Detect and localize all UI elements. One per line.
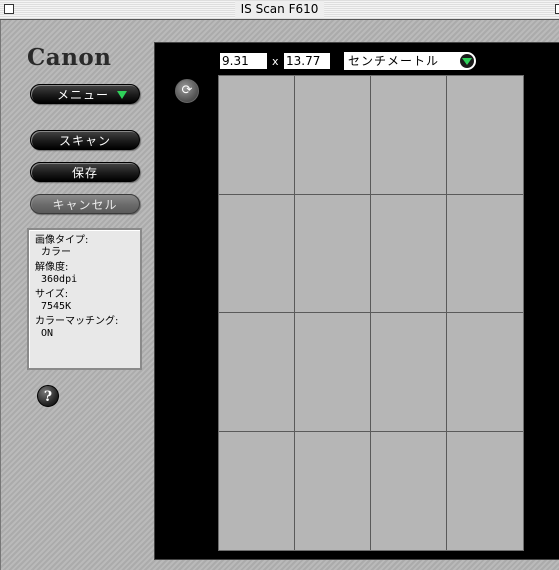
grid-cell <box>295 313 371 432</box>
image-type-value: カラー <box>41 247 71 258</box>
grid-cell <box>295 76 371 195</box>
scan-area[interactable] <box>218 75 524 551</box>
grid-cell <box>295 194 371 313</box>
color-matching-label: カラーマッチング: <box>35 316 119 327</box>
grid-cell <box>219 313 295 432</box>
grid-cell <box>219 194 295 313</box>
help-icon[interactable]: ? <box>37 385 59 407</box>
title-bar[interactable]: IS Scan F610 <box>0 0 559 20</box>
grid-cell <box>447 76 523 195</box>
grid-cell <box>371 76 447 195</box>
unit-dropdown-value: センチメートル <box>348 54 440 68</box>
canon-logo: Canon <box>27 44 112 71</box>
size-label: サイズ: <box>35 289 69 300</box>
scan-button[interactable]: スキャン <box>30 130 140 150</box>
grid-cell <box>219 76 295 195</box>
grid-cell <box>371 194 447 313</box>
menu-button-label: メニュー <box>57 88 110 102</box>
cancel-button[interactable]: キャンセル <box>30 194 140 214</box>
window-title: IS Scan F610 <box>234 1 325 18</box>
width-field[interactable]: 9.31 <box>219 52 268 70</box>
grid-cell <box>447 432 523 551</box>
image-type-label: 画像タイプ: <box>35 235 89 246</box>
save-button[interactable]: 保存 <box>30 162 140 182</box>
size-value: 7545K <box>41 301 72 312</box>
chevron-down-icon <box>460 54 474 68</box>
grid-cell <box>371 431 447 550</box>
grid-cell <box>447 195 523 313</box>
height-field[interactable]: 13.77 <box>283 52 331 70</box>
grid-cell <box>447 313 523 432</box>
grid-cell <box>295 431 371 550</box>
scanner-window: Canon メニュー スキャン 保存 キャンセル 画像タイプ: カラー 解像度:… <box>0 20 559 570</box>
color-matching-value: ON <box>41 328 54 339</box>
zoom-box-icon[interactable] <box>555 4 559 14</box>
grid-cell <box>371 313 447 432</box>
menu-button[interactable]: メニュー <box>30 84 140 104</box>
close-box-icon[interactable] <box>4 4 14 14</box>
image-info-panel: 画像タイプ: カラー 解像度: 360dpi サイズ: 7545K カラーマッチ… <box>27 228 142 370</box>
preview-area: ⟳ 9.31 x 13.77 センチメートル <box>154 42 559 560</box>
grid-cell <box>219 431 295 550</box>
chevron-down-icon <box>117 91 127 99</box>
resolution-label: 解像度: <box>35 262 69 273</box>
rotate-icon[interactable]: ⟳ <box>175 79 199 103</box>
times-separator: x <box>272 55 279 68</box>
resolution-value: 360dpi <box>41 274 78 285</box>
unit-dropdown[interactable]: センチメートル <box>343 51 477 71</box>
